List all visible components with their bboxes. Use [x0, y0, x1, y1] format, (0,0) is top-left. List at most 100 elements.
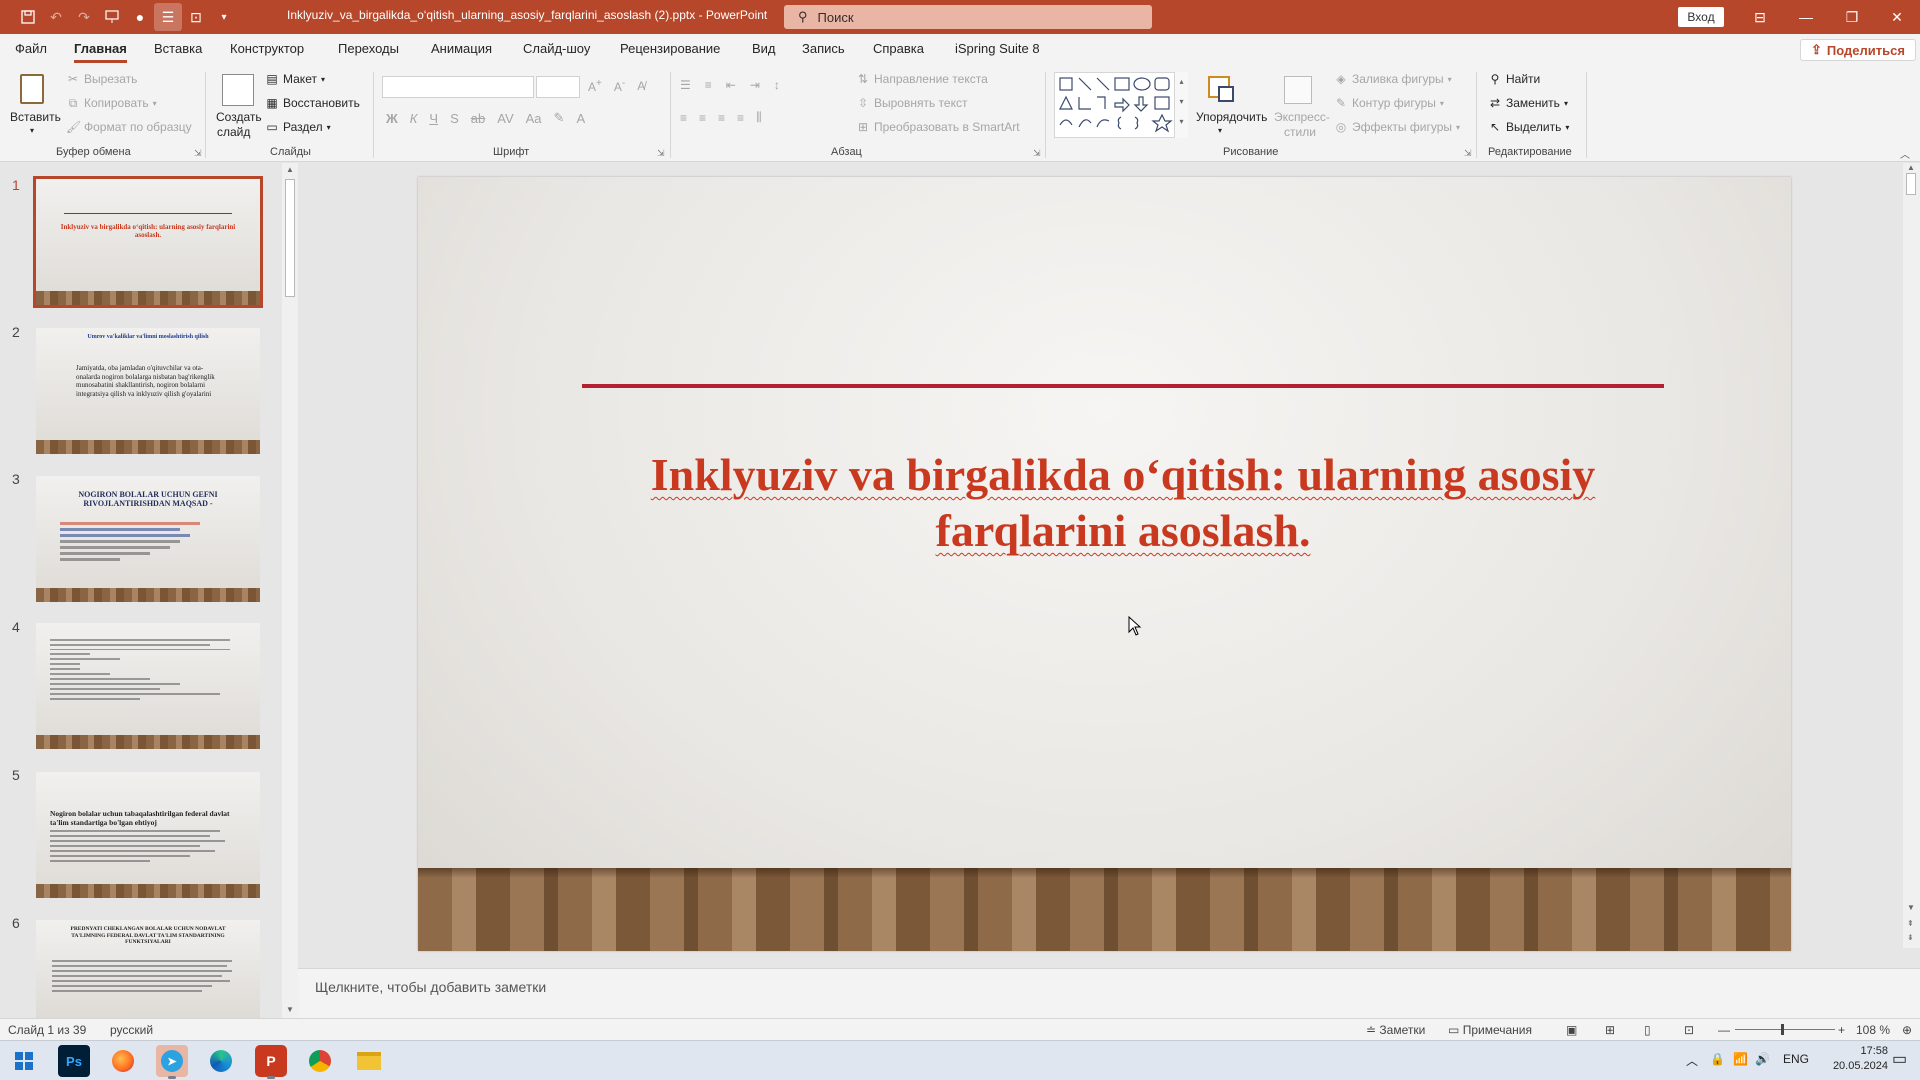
- redo-icon[interactable]: ↷: [70, 3, 98, 31]
- dialog-launcher-icon[interactable]: ⇲: [1464, 148, 1472, 159]
- scroll-down-icon[interactable]: ▼: [286, 1005, 294, 1014]
- close-icon[interactable]: ✕: [1874, 0, 1920, 34]
- edge-app-icon[interactable]: [205, 1045, 237, 1077]
- next-slide-icon[interactable]: ⇟: [1907, 933, 1914, 942]
- slideshow-from-start-icon[interactable]: [98, 3, 126, 31]
- font-size-combo[interactable]: [536, 76, 580, 98]
- comments-button[interactable]: ▭ Примечания: [1448, 1023, 1532, 1037]
- scrollbar-thumb[interactable]: [285, 179, 295, 297]
- language-indicator[interactable]: русский: [110, 1023, 153, 1037]
- slide-thumbnail-1[interactable]: Inklyuziv va birgalikda o‘qitish: ularni…: [33, 176, 263, 308]
- start-button[interactable]: [8, 1045, 40, 1077]
- dialog-launcher-icon[interactable]: ⇲: [657, 148, 665, 159]
- telegram-app-icon[interactable]: ➤: [156, 1045, 188, 1079]
- tab-ispring[interactable]: iSpring Suite 8: [955, 41, 1040, 56]
- ribbon-display-options-icon[interactable]: ⊟: [1737, 0, 1783, 34]
- zoom-in-icon[interactable]: +: [1838, 1023, 1845, 1037]
- change-case-icon[interactable]: Aa: [526, 111, 542, 126]
- zoom-out-icon[interactable]: —: [1718, 1023, 1730, 1037]
- new-slide-button[interactable]: Создать слайд: [213, 70, 263, 142]
- increase-indent-icon[interactable]: ⇥: [750, 78, 760, 92]
- convert-smartart-button[interactable]: ⊞ Преобразовать в SmartArt: [856, 120, 1020, 134]
- notification-icon[interactable]: ▭: [1892, 1049, 1907, 1069]
- scroll-down-icon[interactable]: ▼: [1907, 903, 1915, 912]
- undo-icon[interactable]: ↶: [42, 3, 70, 31]
- photoshop-app-icon[interactable]: Ps: [58, 1045, 90, 1077]
- shapes-gallery[interactable]: [1054, 72, 1188, 138]
- dialog-launcher-icon[interactable]: ⇲: [1033, 148, 1041, 159]
- shape-outline-button[interactable]: ✎ Контур фигуры ▾: [1334, 96, 1444, 110]
- tab-insert[interactable]: Вставка: [154, 41, 202, 56]
- font-color-icon[interactable]: A: [576, 111, 585, 126]
- slide-thumbnail-2[interactable]: Umrov va'kaliklar va'limni moslashtirish…: [36, 328, 260, 454]
- slide-thumbnail-4[interactable]: [36, 623, 260, 749]
- align-text-button[interactable]: ⇳ Выровнять текст: [856, 96, 968, 110]
- bullets-icon[interactable]: ☰: [680, 78, 691, 92]
- slide-thumbnail-3[interactable]: NOGIRON BOLALAR UCHUN GEFNI RIVOJLANTIRI…: [36, 476, 260, 602]
- font-family-combo[interactable]: [382, 76, 534, 98]
- file-explorer-app-icon[interactable]: [353, 1045, 385, 1077]
- scroll-up-icon[interactable]: ▲: [286, 165, 294, 174]
- format-painter-button[interactable]: 🖌 Формат по образцу: [66, 120, 192, 134]
- find-button[interactable]: ⚲ Найти: [1488, 72, 1541, 86]
- previous-slide-icon[interactable]: ⇞: [1907, 919, 1914, 928]
- slideshow-button[interactable]: ⊡: [1684, 1023, 1694, 1037]
- slide-sorter-button[interactable]: ⊞: [1605, 1023, 1615, 1037]
- line-spacing-icon[interactable]: ↕: [774, 78, 780, 92]
- share-button[interactable]: ⇪ Поделиться: [1800, 39, 1916, 61]
- save-icon[interactable]: [14, 3, 42, 31]
- restore-icon[interactable]: ❐: [1829, 0, 1875, 34]
- tab-transitions[interactable]: Переходы: [338, 41, 399, 56]
- notes-pane[interactable]: Щелкните, чтобы добавить заметки: [298, 968, 1920, 1018]
- tab-home[interactable]: Главная: [74, 41, 127, 63]
- layout-button[interactable]: ▤ Макет ▾: [265, 72, 325, 86]
- tray-overflow-icon[interactable]: ︿: [1686, 1052, 1698, 1069]
- fit-to-window-icon[interactable]: ⊕: [1902, 1023, 1912, 1037]
- volume-icon[interactable]: 🔊: [1755, 1052, 1770, 1066]
- increase-font-icon[interactable]: A+: [588, 78, 602, 94]
- slide-thumbnail-5[interactable]: Nogiron bolalar uchun tabaqalashtirilgan…: [36, 772, 260, 898]
- scrollbar-thumb[interactable]: [1906, 173, 1916, 195]
- normal-view-button[interactable]: ▣: [1566, 1023, 1577, 1037]
- select-button[interactable]: ↖ Выделить ▾: [1488, 120, 1569, 134]
- numbering-icon[interactable]: ≡: [705, 78, 712, 92]
- tab-slideshow[interactable]: Слайд-шоу: [523, 41, 590, 56]
- customize-qat-icon[interactable]: ▾: [210, 3, 238, 31]
- strikethrough-icon[interactable]: ab: [471, 111, 485, 126]
- tab-review[interactable]: Рецензирование: [620, 41, 720, 56]
- slide-thumbnails-pane[interactable]: 1 Inklyuziv va birgalikda o‘qitish: ular…: [0, 163, 298, 1018]
- search-box[interactable]: ⚲ Поиск: [784, 5, 1152, 29]
- slide-thumbnail-6[interactable]: PREDNYATI CHEKLANGAN BOLALAR UCHUN NODAV…: [36, 920, 260, 1018]
- decrease-indent-icon[interactable]: ⇤: [726, 78, 736, 92]
- replace-button[interactable]: ⇄ Заменить ▾: [1488, 96, 1568, 110]
- align-center-icon[interactable]: ≡: [699, 111, 706, 125]
- shape-fill-button[interactable]: ◈ Заливка фигуры ▾: [1334, 72, 1451, 86]
- tab-file[interactable]: Файл: [15, 41, 47, 56]
- notes-toggle-button[interactable]: ≐ Заметки: [1366, 1023, 1425, 1037]
- char-spacing-icon[interactable]: AV: [497, 111, 513, 126]
- columns-icon[interactable]: ⫼: [756, 110, 762, 125]
- tab-view[interactable]: Вид: [752, 41, 776, 56]
- zoom-slider-thumb[interactable]: [1781, 1024, 1784, 1035]
- zoom-level[interactable]: 108 %: [1856, 1023, 1890, 1037]
- align-right-icon[interactable]: ≡: [718, 111, 725, 125]
- chrome-app-icon[interactable]: [304, 1045, 336, 1077]
- justify-icon[interactable]: ≡: [737, 111, 744, 125]
- slide-canvas[interactable]: Inklyuziv va birgalikda o‘qitish: ularni…: [418, 177, 1791, 951]
- zoom-slider[interactable]: [1735, 1024, 1835, 1035]
- cut-button[interactable]: ✂ Вырезать: [66, 72, 137, 86]
- underline-icon[interactable]: Ч: [429, 111, 438, 126]
- keyboard-language[interactable]: ENG: [1783, 1052, 1809, 1066]
- reset-button[interactable]: ▦ Восстановить: [265, 96, 360, 110]
- arrange-button[interactable]: Упорядочить ▾: [1194, 70, 1267, 142]
- copy-button[interactable]: ⧉ Копировать ▾: [66, 96, 157, 110]
- normal-view-icon[interactable]: ☰: [154, 3, 182, 31]
- bold-icon[interactable]: Ж: [386, 111, 398, 126]
- highlight-icon[interactable]: ✎: [554, 110, 565, 126]
- shape-effects-button[interactable]: ◎ Эффекты фигуры ▾: [1334, 120, 1460, 134]
- section-button[interactable]: ▭ Раздел ▾: [265, 120, 330, 134]
- clock[interactable]: 17:58 20.05.2024: [1818, 1044, 1888, 1074]
- quick-styles-button[interactable]: Экспресс- стили: [1270, 70, 1330, 142]
- scroll-up-icon[interactable]: ▲: [1907, 163, 1915, 172]
- present-icon[interactable]: ⊡: [182, 3, 210, 31]
